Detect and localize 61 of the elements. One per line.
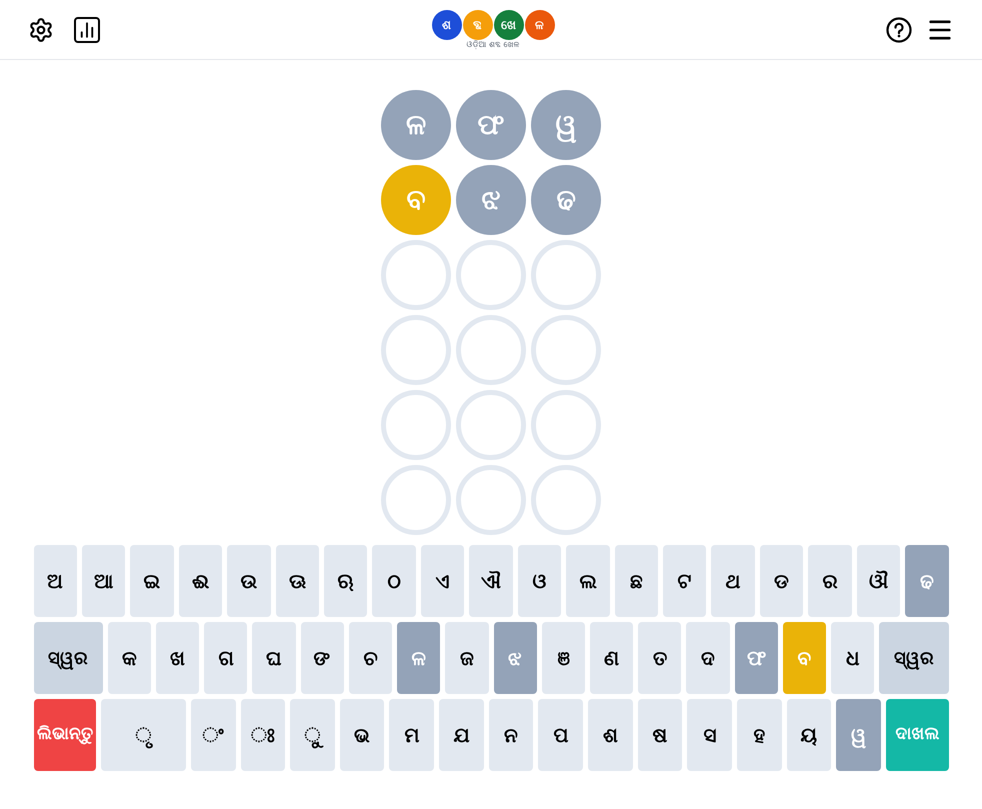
logo-letter: ଖେ bbox=[494, 10, 524, 40]
keyboard-key[interactable]: ଋ bbox=[324, 545, 368, 617]
keyboard-key[interactable]: ତ bbox=[638, 622, 682, 694]
keyboard-key[interactable]: ଥ bbox=[711, 545, 755, 617]
keyboard-key[interactable]: ହ bbox=[737, 699, 782, 771]
keyboard-key[interactable]: ଚ bbox=[348, 622, 392, 694]
keyboard-key[interactable]: ୁ bbox=[290, 699, 335, 771]
keyboard-key[interactable]: ଉ bbox=[227, 545, 271, 617]
keyboard-key[interactable]: ଙ bbox=[300, 622, 344, 694]
keyboard-key[interactable]: ଗ bbox=[204, 622, 248, 694]
keyboard-key[interactable]: ଘ bbox=[252, 622, 296, 694]
keyboard-key[interactable]: ସ୍ୱର bbox=[879, 622, 949, 694]
letter-tile: ଢ bbox=[531, 165, 601, 235]
keyboard-key[interactable]: ଏ bbox=[420, 545, 464, 617]
keyboard-key[interactable]: ଠ bbox=[372, 545, 416, 617]
keyboard-key[interactable]: ଡ bbox=[760, 545, 804, 617]
keyboard-key[interactable]: ୟ bbox=[786, 699, 832, 771]
keyboard-key[interactable]: ଶ bbox=[588, 699, 633, 771]
keyboard-key[interactable]: ଛ bbox=[614, 545, 658, 617]
keyboard-key[interactable]: ର bbox=[808, 545, 852, 617]
keyboard-key[interactable]: ଜ bbox=[445, 622, 489, 694]
letter-tile: ୱ bbox=[531, 90, 601, 160]
keyboard-key[interactable]: ଧ bbox=[831, 622, 874, 694]
keyboard-key[interactable]: ଔ bbox=[856, 545, 900, 617]
keyboard-key[interactable]: ଓ bbox=[518, 545, 562, 617]
keyboard-key[interactable]: ଲିଭାନ୍ତୁ bbox=[34, 699, 96, 771]
keyboard-key[interactable]: ଆ bbox=[82, 545, 126, 617]
keyboard-key[interactable]: ଟ bbox=[662, 545, 706, 617]
keyboard-key[interactable]: ସ bbox=[687, 699, 732, 771]
keyboard-key[interactable]: ଣ bbox=[590, 622, 634, 694]
keyboard-key[interactable]: କ bbox=[108, 622, 151, 694]
keyboard-key[interactable]: ଐ bbox=[469, 545, 513, 617]
logo-letter: ଶ bbox=[432, 10, 462, 40]
keyboard-key[interactable]: ମ bbox=[389, 699, 434, 771]
keyboard-key[interactable]: ଇ bbox=[130, 545, 174, 617]
keyboard-key[interactable]: ଷ bbox=[638, 699, 682, 771]
keyboard-key[interactable]: ଅ bbox=[34, 545, 77, 617]
keyboard-key[interactable]: ଃ bbox=[240, 699, 286, 771]
logo-subtitle: ଓଡ଼ିଆ ଶବ୍ଦ ଖେଳ bbox=[466, 40, 520, 50]
chart-icon[interactable] bbox=[74, 16, 100, 42]
keyboard-key[interactable]: ନ bbox=[488, 699, 534, 771]
keyboard-key[interactable]: ସ୍ୱର bbox=[34, 622, 103, 694]
letter-tile: ବ bbox=[381, 165, 451, 235]
keyboard-key[interactable]: ଂ bbox=[190, 699, 236, 771]
settings-icon[interactable] bbox=[28, 16, 54, 42]
keyboard-key[interactable]: ଭ bbox=[340, 699, 384, 771]
letter-tile: ଝ bbox=[456, 165, 526, 235]
logo-letter: ଳ bbox=[524, 10, 554, 40]
keyboard-key[interactable]: ଲ bbox=[566, 545, 610, 617]
keyboard-key[interactable]: ୃ bbox=[101, 699, 186, 771]
keyboard-key[interactable]: ଖ bbox=[156, 622, 200, 694]
logo-letter: ବ୍ଦ bbox=[462, 10, 492, 40]
letter-tile: ଳ bbox=[381, 90, 451, 160]
keyboard-key[interactable]: ଈ bbox=[178, 545, 222, 617]
keyboard-key[interactable]: ପ bbox=[538, 699, 584, 771]
keyboard-key[interactable]: ଞ bbox=[542, 622, 586, 694]
keyboard-key[interactable]: ଊ bbox=[276, 545, 320, 617]
letter-tile: ଫ bbox=[456, 90, 526, 160]
keyboard-key[interactable]: ଯ bbox=[439, 699, 484, 771]
keyboard-key[interactable]: ଦ bbox=[686, 622, 730, 694]
help-icon[interactable] bbox=[886, 16, 912, 42]
